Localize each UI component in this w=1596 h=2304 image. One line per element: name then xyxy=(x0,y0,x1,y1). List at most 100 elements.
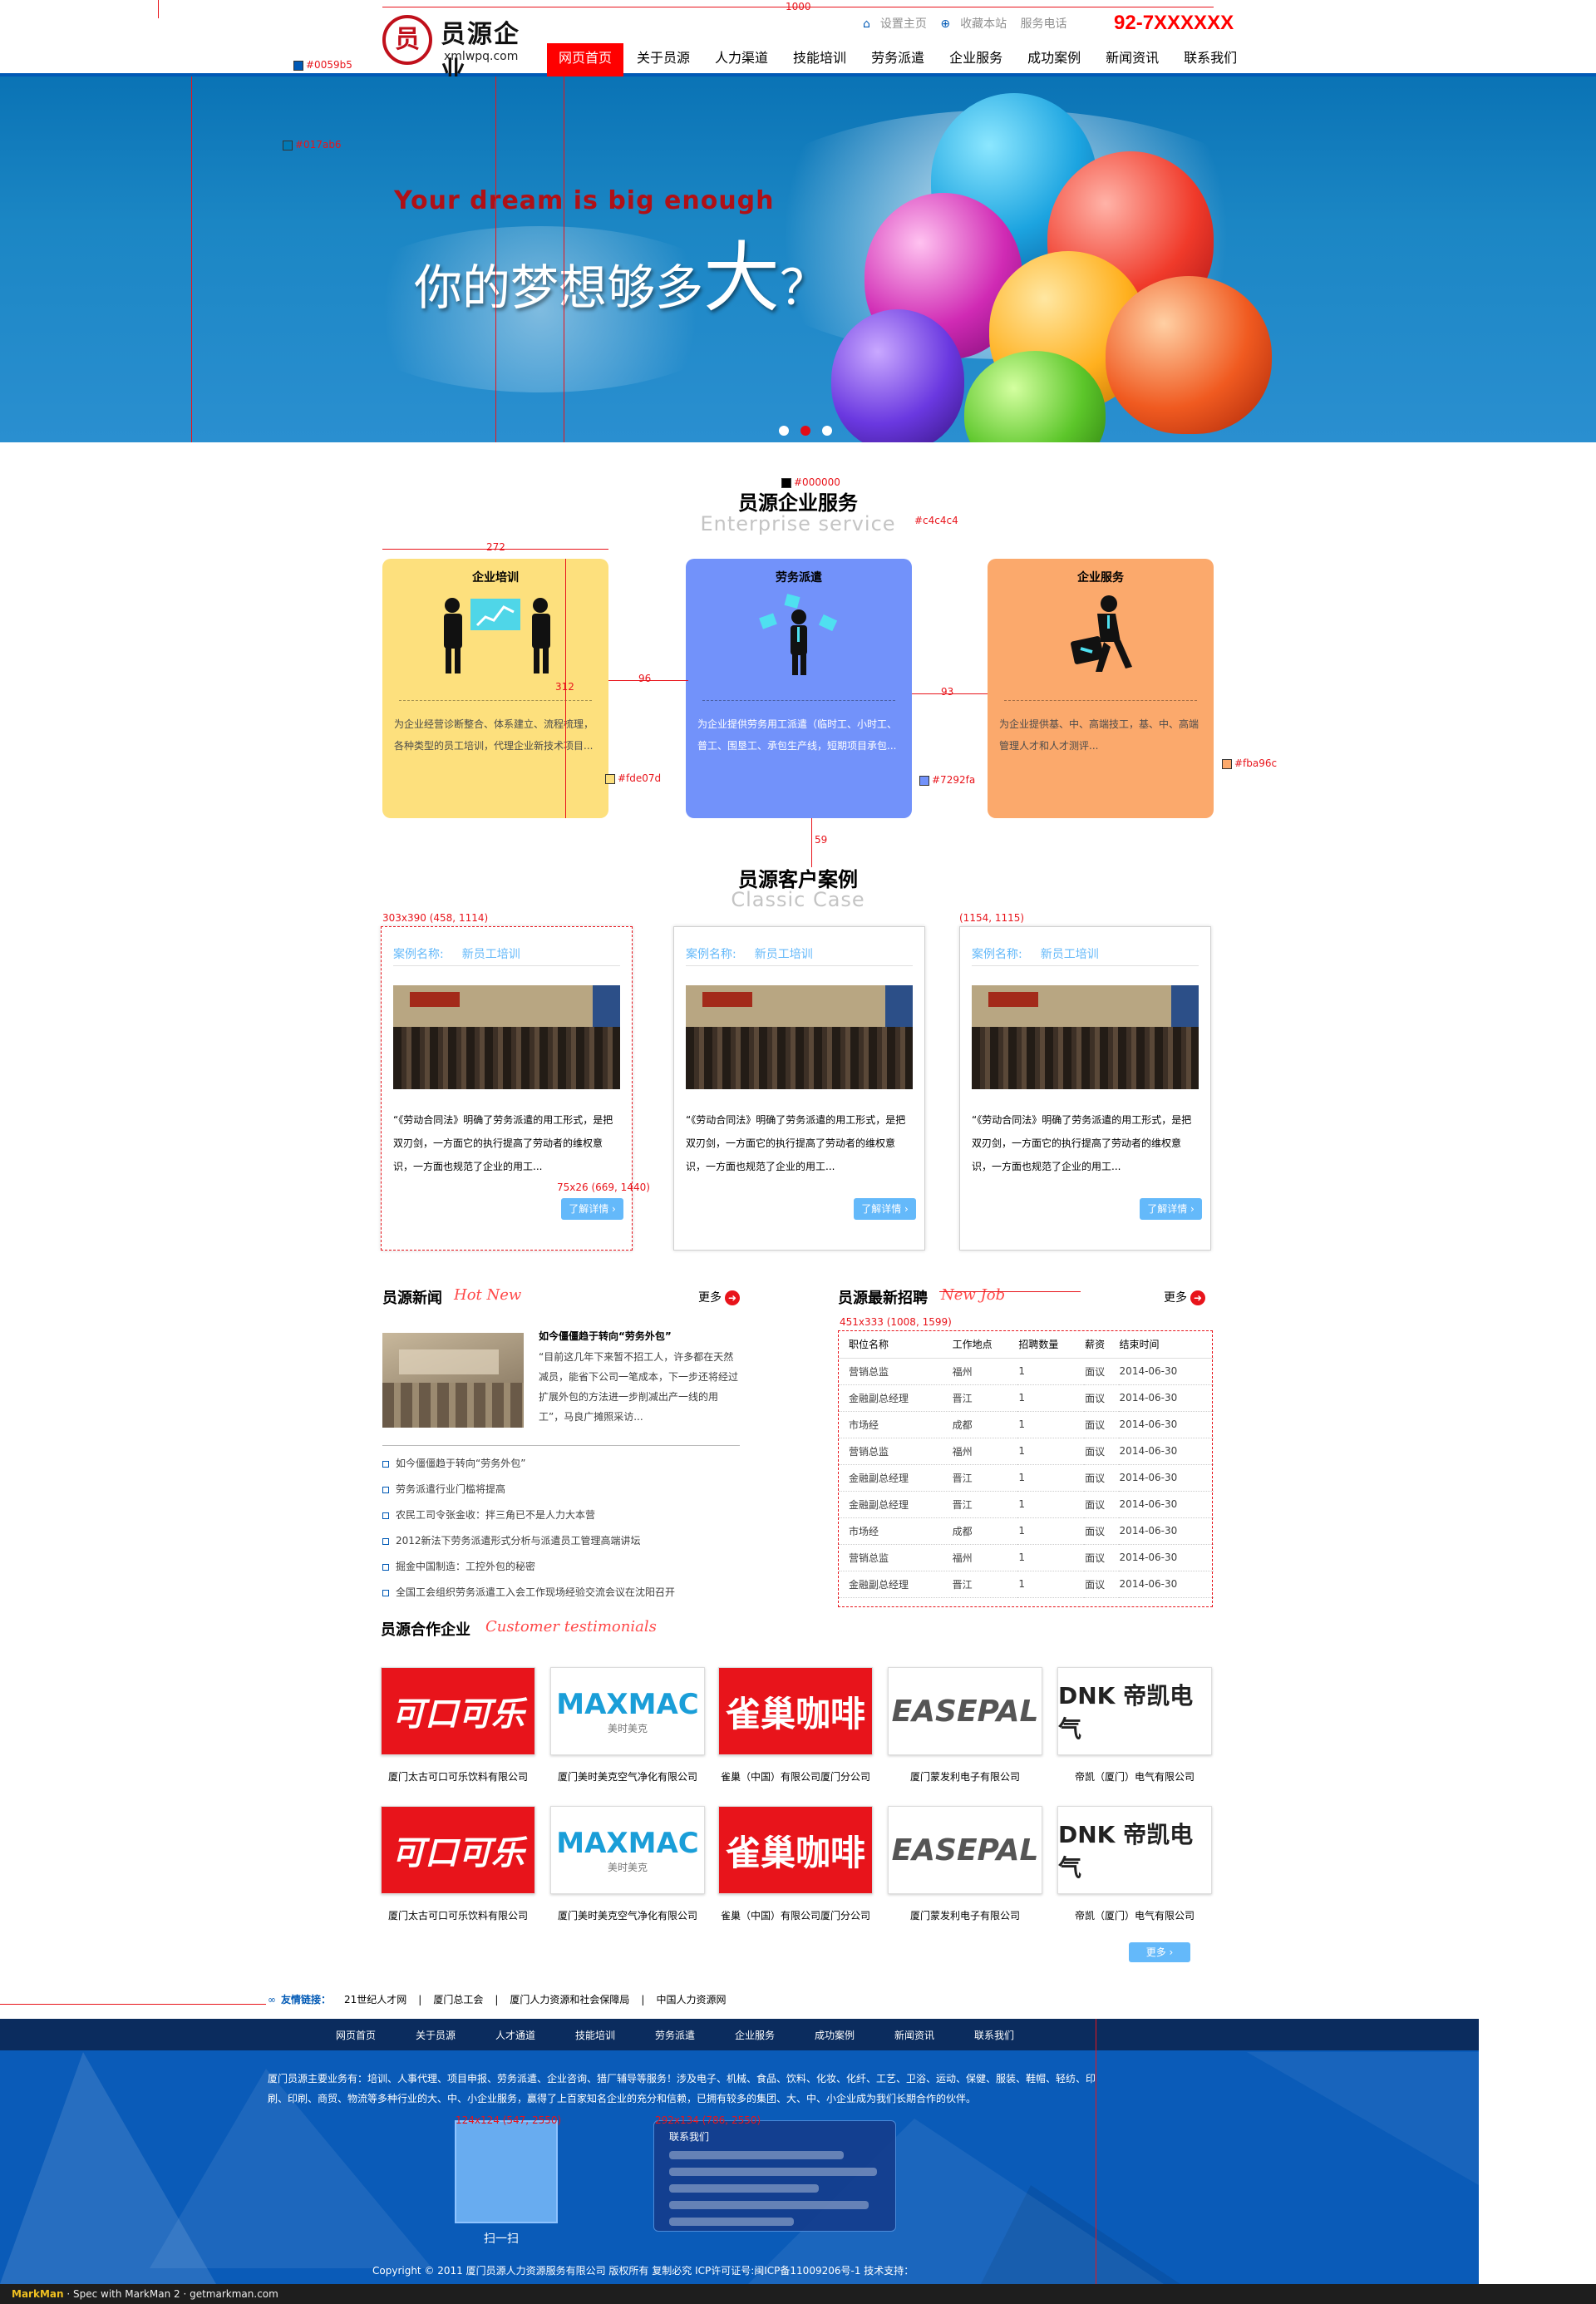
friend-link[interactable]: 厦门人力资源和社会保障局 xyxy=(510,1992,629,2006)
case-card[interactable]: 案例名称: 新员工培训 “《劳动合同法》明确了劳务派遣的用工形式，是把双刃剑，一方… xyxy=(673,926,925,1251)
case-name[interactable]: 新员工培训 xyxy=(1041,948,1099,961)
news-list-item[interactable]: 如今僵僵趋于转向“劳务外包” xyxy=(382,1451,740,1477)
job-position[interactable]: 金融副总经理 xyxy=(839,1571,952,1598)
banner-dot-2[interactable] xyxy=(800,426,810,436)
service-phone: 92-7XXXXXX xyxy=(1114,12,1234,34)
job-row[interactable]: 金融副总经理 晋江 1 面议 2014-06-30 xyxy=(839,1464,1214,1492)
case-name[interactable]: 新员工培训 xyxy=(755,948,813,961)
job-count: 1 xyxy=(1017,1464,1085,1492)
case-card[interactable]: 案例名称: 新员工培训 “《劳动合同法》明确了劳务派遣的用工形式，是把双刃剑，一方… xyxy=(959,926,1211,1251)
partner-logo-easepal[interactable]: EASEPAL xyxy=(888,1667,1042,1755)
footer-nav-item[interactable]: 关于员源 xyxy=(416,2028,495,2042)
job-position[interactable]: 营销总监 xyxy=(839,1544,952,1571)
partner-logo-cocacola[interactable]: 可口可乐 xyxy=(381,1667,535,1755)
case-detail-button[interactable]: 了解详情 › xyxy=(1140,1198,1202,1220)
nav-training[interactable]: 技能培训 xyxy=(781,43,858,76)
nav-cases[interactable]: 成功案例 xyxy=(1016,43,1092,76)
nav-dispatch[interactable]: 劳务派遣 xyxy=(860,43,936,76)
job-position[interactable]: 营销总监 xyxy=(839,1358,952,1385)
partner-brand: DNK 帝凯电气 xyxy=(1058,1821,1194,1882)
case-name[interactable]: 新员工培训 xyxy=(462,948,520,961)
job-row[interactable]: 市场经 成都 1 面议 2014-06-30 xyxy=(839,1411,1214,1438)
friend-link[interactable]: 厦门总工会 xyxy=(433,1992,483,2006)
news-list-item[interactable]: 全国工会组织劳务派遣工入会工作现场经验交流会议在沈阳召开 xyxy=(382,1580,740,1606)
news-list-item[interactable]: 掘金中国制造：工控外包的秘密 xyxy=(382,1554,740,1580)
job-row[interactable]: 营销总监 福州 1 面议 2014-06-30 xyxy=(839,1358,1214,1385)
footer-nav-item[interactable]: 劳务派遣 xyxy=(655,2028,735,2042)
service-card-training[interactable]: 企业培训 为企业经营诊断整合、体系建立、流程梳理，各种类型的员工培训，代理企业新… xyxy=(382,559,608,818)
case-detail-button[interactable]: 了解详情 › xyxy=(854,1198,916,1220)
spec-measure-line xyxy=(495,76,496,442)
partner-logo-maxmac[interactable]: MAXMAC 美时美克 xyxy=(550,1806,705,1894)
jobs-more-link[interactable]: 更多 ➜ xyxy=(1164,1289,1205,1305)
news-headline[interactable]: 如今僵僵趋于转向“劳务外包” xyxy=(539,1329,672,1343)
nav-about[interactable]: 关于员源 xyxy=(625,43,702,76)
footer-nav-item[interactable]: 成功案例 xyxy=(815,2028,894,2042)
job-position[interactable]: 市场经 xyxy=(839,1411,952,1438)
partner-logo-maxmac[interactable]: MAXMAC 美时美克 xyxy=(550,1667,705,1755)
footer-nav-item[interactable]: 联系我们 xyxy=(974,2028,1054,2042)
spec-measure-line xyxy=(811,818,812,867)
case-card[interactable]: 案例名称: 新员工培训 “《劳动合同法》明确了劳务派遣的用工形式，是把双刃剑，一方… xyxy=(381,926,633,1251)
nav-home[interactable]: 网页首页 xyxy=(547,43,624,76)
news-more-link[interactable]: 更多 ➜ xyxy=(698,1289,740,1305)
logo-emblem-icon: 员 xyxy=(382,15,432,65)
service-card-dispatch[interactable]: 劳务派遣 为企业提供劳务用工派遣（临时工、小时工、普工、围垦工、承包生产线，短期… xyxy=(686,559,912,818)
nav-enterprise[interactable]: 企业服务 xyxy=(938,43,1014,76)
case-photo[interactable] xyxy=(393,985,620,1089)
job-row[interactable]: 金融副总经理 晋江 1 面议 2014-06-30 xyxy=(839,1571,1214,1598)
spec-color-label: #000000 xyxy=(781,477,840,488)
job-position[interactable]: 金融副总经理 xyxy=(839,1384,952,1412)
nav-contact[interactable]: 联系我们 xyxy=(1172,43,1249,76)
job-position[interactable]: 市场经 xyxy=(839,1517,952,1545)
partner-caption: 雀巢（中国）有限公司厦门分公司 xyxy=(720,1910,870,1922)
partners-title: 员源合作企业 xyxy=(381,1621,470,1639)
case-desc: “《劳动合同法》明确了劳务派遣的用工形式，是把双刃剑，一方面它的执行提高了劳动者… xyxy=(972,1114,1192,1172)
job-position[interactable]: 金融副总经理 xyxy=(839,1491,952,1518)
case-photo[interactable] xyxy=(686,985,913,1089)
partners-more-button[interactable]: 更多 › xyxy=(1129,1942,1190,1962)
spec-label: 96 xyxy=(638,673,652,684)
job-row[interactable]: 营销总监 福州 1 面议 2014-06-30 xyxy=(839,1438,1214,1465)
footer-description: 厦门员源主要业务有：培训、人事代理、项目申报、劳务派遣、企业咨询、猎厂辅导等服务… xyxy=(268,2073,1096,2104)
footer-nav-item[interactable]: 网页首页 xyxy=(336,2028,416,2042)
link-separator: | xyxy=(418,1993,422,2006)
friend-link[interactable]: 中国人力资源网 xyxy=(656,1992,726,2006)
job-salary: 面议 xyxy=(1084,1384,1119,1412)
jobs-header-row: 职位名称 工作地点 招聘数量 薪资 结束时间 xyxy=(839,1331,1214,1359)
spec-color-code: #0059b5 xyxy=(306,59,352,71)
job-position[interactable]: 营销总监 xyxy=(839,1438,952,1465)
banner-dot-3[interactable] xyxy=(822,426,832,436)
news-list-item[interactable]: 2012新法下劳务派遣形式分析与派遣员工管理高端讲坛 xyxy=(382,1528,740,1554)
case-photo[interactable] xyxy=(972,985,1199,1089)
job-row[interactable]: 金融副总经理 晋江 1 面议 2014-06-30 xyxy=(839,1491,1214,1518)
partner-logo-dnk[interactable]: DNK 帝凯电气 xyxy=(1057,1806,1212,1894)
footer-nav-item[interactable]: 新闻资讯 xyxy=(894,2028,974,2042)
nav-talent[interactable]: 人力渠道 xyxy=(703,43,780,76)
job-row[interactable]: 营销总监 福州 1 面议 2014-06-30 xyxy=(839,1544,1214,1571)
footer-nav-item[interactable]: 技能培训 xyxy=(575,2028,655,2042)
banner-dot-1[interactable] xyxy=(779,426,789,436)
bookmark-link[interactable]: 收藏本站 xyxy=(960,17,1007,31)
news-list-item[interactable]: 劳务派遣行业门槛将提高 xyxy=(382,1477,740,1502)
job-position[interactable]: 金融副总经理 xyxy=(839,1464,952,1492)
set-homepage-link[interactable]: 设置主页 xyxy=(880,17,927,31)
job-row[interactable]: 市场经 成都 1 面议 2014-06-30 xyxy=(839,1517,1214,1545)
friend-link[interactable]: 21世纪人才网 xyxy=(344,1992,406,2006)
partner-logo-cocacola[interactable]: 可口可乐 xyxy=(381,1806,535,1894)
footer-nav-item[interactable]: 人才通道 xyxy=(495,2028,575,2042)
partner-logo-easepal[interactable]: EASEPAL xyxy=(888,1806,1042,1894)
site-logo[interactable]: 员 员源企业 xmlwpq.com xyxy=(382,12,524,86)
footer-nav-item[interactable]: 企业服务 xyxy=(735,2028,815,2042)
news-photo[interactable] xyxy=(382,1333,524,1428)
partner-logo-nescafe[interactable]: 雀巢咖啡 xyxy=(718,1806,873,1894)
partner-logo-dnk[interactable]: DNK 帝凯电气 xyxy=(1057,1667,1212,1755)
job-row[interactable]: 金融副总经理 晋江 1 面议 2014-06-30 xyxy=(839,1384,1214,1412)
partners-english-title: Customer testimonials xyxy=(485,1618,657,1635)
news-list-item[interactable]: 农民工司令张金收：拌三角已不是人力大本营 xyxy=(382,1502,740,1528)
case-detail-button[interactable]: 了解详情 › xyxy=(561,1198,623,1220)
partner-logo-nescafe[interactable]: 雀巢咖啡 xyxy=(718,1667,873,1755)
hero-banner[interactable]: Your dream is big enough 你的梦想够多大？ xyxy=(0,76,1596,442)
nav-news[interactable]: 新闻资讯 xyxy=(1094,43,1170,76)
service-card-enterprise[interactable]: 企业服务 为企业提供基、中、高端技工，基、中、高端管理人才和人才测评... xyxy=(988,559,1214,818)
